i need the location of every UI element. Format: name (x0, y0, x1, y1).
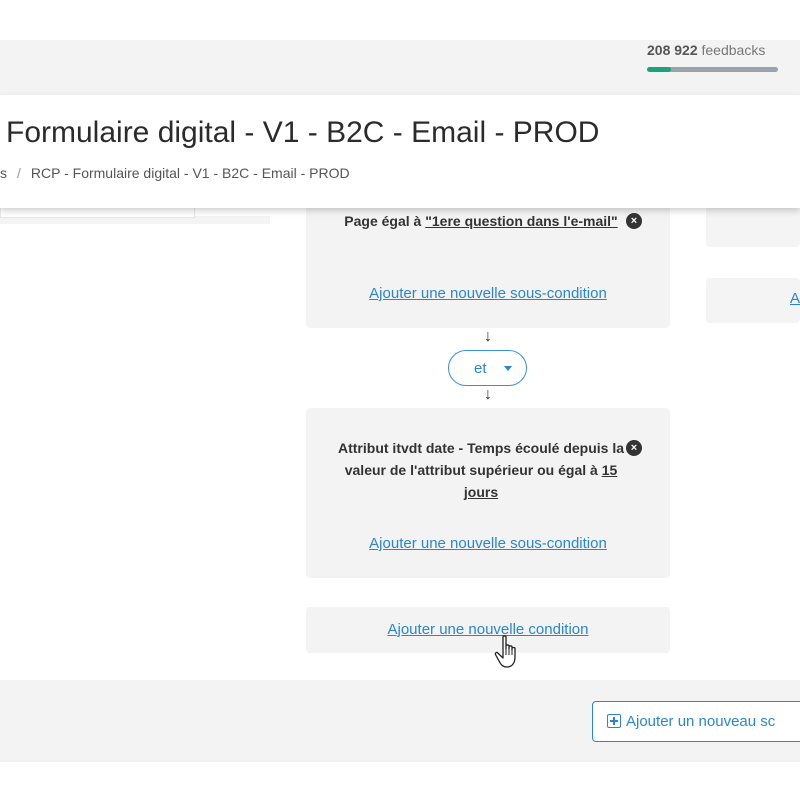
breadcrumb-item-current: RCP - Formulaire digital - V1 - B2C - Em… (30, 165, 350, 181)
add-sub-condition-link[interactable]: Ajouter une nouvelle sous-condition (306, 285, 670, 302)
caret-down-icon (504, 366, 512, 371)
feedback-progress-bar (647, 67, 778, 72)
arrow-down-icon: ↓ (484, 328, 492, 345)
add-scenario-button[interactable]: Ajouter un nouveau sc (592, 701, 800, 742)
condition-card: Attribut itvdt date - Temps écoulé depui… (306, 408, 670, 578)
add-condition-link[interactable]: Ajouter une nouvelle condition (306, 621, 670, 638)
breadcrumb: s / RCP - Formulaire digital - V1 - B2C - … (0, 165, 350, 181)
operator-select[interactable]: et (448, 350, 527, 386)
plus-square-icon (607, 714, 621, 728)
feedback-progress-fill (647, 67, 671, 72)
feedback-count: 208 922 feedbacks (647, 42, 765, 58)
page-title: Formulaire digital - V1 - B2C - Email - … (6, 116, 600, 149)
breadcrumb-separator: / (17, 165, 21, 181)
page-header (0, 95, 800, 208)
condition-operator-text: Page égal à (344, 213, 426, 229)
add-sub-condition-link[interactable]: Ajouter une nouvelle sous-condition (306, 535, 670, 552)
condition-operator-text: Attribut itvdt date - Temps écoulé depui… (338, 440, 624, 478)
feedback-count-value: 208 922 (647, 42, 698, 58)
operator-select-value: et (474, 360, 487, 377)
add-scenario-label: Ajouter un nouveau sc (626, 713, 776, 730)
hand-pointer-icon (494, 635, 516, 668)
right-panel-card-ghost-2 (706, 278, 800, 323)
arrow-down-icon: ↓ (484, 386, 492, 403)
remove-icon[interactable]: × (626, 440, 642, 456)
condition-text: Page égal à "1ere question dans l'e-mail… (336, 210, 626, 232)
condition-card: Page égal à "1ere question dans l'e-mail… (306, 195, 670, 328)
condition-text: Attribut itvdt date - Temps écoulé depui… (336, 437, 626, 503)
breadcrumb-item[interactable]: s (0, 165, 7, 181)
add-condition-card: Ajouter une nouvelle condition (306, 607, 670, 653)
remove-icon[interactable]: × (626, 213, 642, 229)
right-panel-link[interactable]: A (790, 290, 800, 307)
condition-value[interactable]: "1ere question dans l'e-mail" (425, 213, 617, 229)
feedback-count-label: feedbacks (701, 42, 766, 58)
